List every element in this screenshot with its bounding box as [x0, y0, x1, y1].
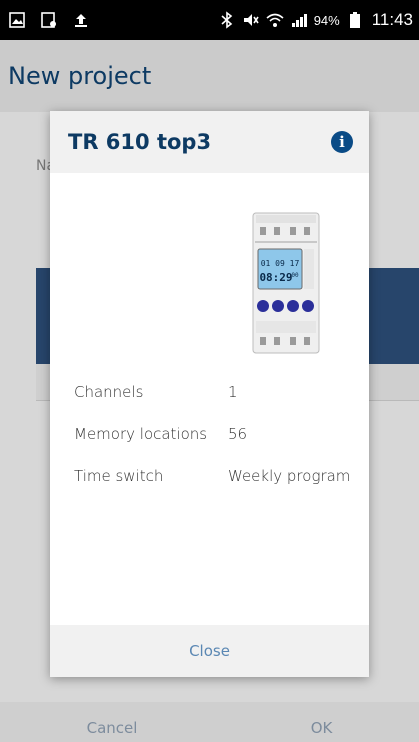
device-image: 01 09 17 08:29 00	[252, 209, 320, 357]
close-button[interactable]: Close	[189, 642, 230, 660]
info-icon[interactable]: i	[331, 131, 353, 153]
device-info-dialog: TR 610 top3 i 01 09 17 08:29 00 Channels…	[50, 111, 369, 677]
device-specs: Channels 1 Memory locations 56 Time swit…	[74, 371, 364, 497]
spec-value: 56	[228, 425, 248, 443]
signal-icon	[290, 11, 308, 29]
battery-icon	[346, 11, 364, 29]
cancel-button[interactable]: Cancel	[87, 707, 138, 737]
app-footer: Cancel OK	[0, 702, 419, 742]
status-time: 11:43	[371, 10, 413, 29]
dialog-header: TR 610 top3 i	[50, 111, 369, 173]
battery-percent: 94%	[313, 12, 340, 28]
spec-label: Memory locations	[74, 425, 208, 443]
upload-icon	[72, 11, 90, 29]
dialog-title: TR 610 top3	[68, 130, 212, 154]
ok-button[interactable]: OK	[311, 707, 333, 737]
bluetooth-icon	[218, 11, 236, 29]
device-seconds-readout: 00	[291, 272, 299, 279]
spec-value: Weekly program	[228, 467, 351, 485]
app-header: New project	[0, 40, 419, 112]
spec-label: Channels	[74, 383, 144, 401]
dialog-footer: Close	[50, 625, 369, 677]
device-date-readout: 01 09 17	[261, 259, 300, 268]
spec-value: 1	[228, 383, 238, 401]
status-bar: 94% 11:43	[0, 0, 419, 40]
wifi-icon	[266, 11, 284, 29]
device-time-readout: 08:29	[259, 271, 292, 284]
spec-row-memory: Memory locations 56	[74, 413, 364, 455]
spec-label: Time switch	[74, 467, 164, 485]
spec-row-channels: Channels 1	[74, 371, 364, 413]
screencast-icon	[40, 11, 58, 29]
spec-row-time-switch: Time switch Weekly program	[74, 455, 364, 497]
image-icon	[8, 11, 26, 29]
page-title: New project	[8, 62, 152, 90]
mute-icon	[242, 11, 260, 29]
